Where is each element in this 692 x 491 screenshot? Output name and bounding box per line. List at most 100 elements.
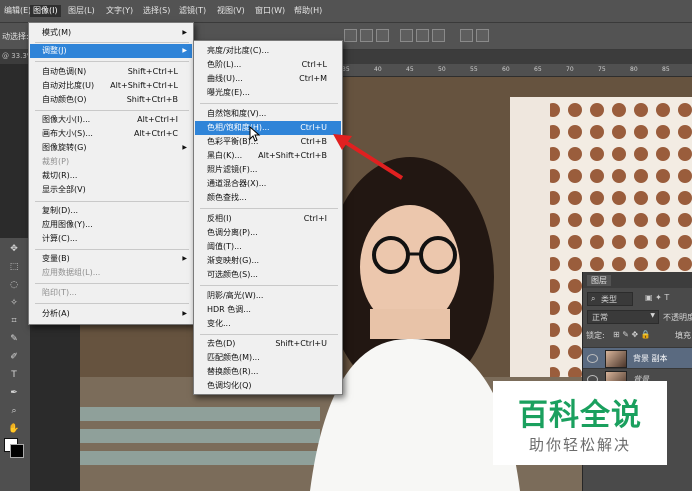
menu-item-brightness-contrast[interactable]: 亮度/对比度(C)... <box>195 44 341 58</box>
menu-item-auto-contrast[interactable]: 自动对比度(U) Alt+Shift+Ctrl+L <box>30 79 192 93</box>
pen-tool-icon[interactable]: ✒ <box>4 386 24 400</box>
menu-item-replace-color[interactable]: 替换颜色(R)... <box>195 365 341 379</box>
menu-view[interactable]: 视图(V) <box>214 5 248 17</box>
watermark-subtitle: 助你轻松解决 <box>528 436 631 454</box>
menu-item-color-lookup[interactable]: 颜色查找... <box>195 191 341 205</box>
ruler-tick: 50 <box>438 66 446 73</box>
menu-item-apply-image[interactable]: 应用图像(Y)... <box>30 218 192 232</box>
blend-mode-select[interactable]: 正常 ▼ <box>587 310 659 324</box>
submenu-arrow-icon: ▶ <box>182 310 187 317</box>
distribute-icon[interactable] <box>476 29 489 42</box>
menu-item-adjust[interactable]: 调整(J) ▶ <box>30 44 192 58</box>
opacity-label: 不透明度 <box>663 313 692 322</box>
eye-icon[interactable] <box>587 354 598 363</box>
ruler-tick: 85 <box>662 66 670 73</box>
distribute-icon[interactable] <box>432 29 445 42</box>
ruler-tick: 45 <box>406 66 414 73</box>
menu-item-vibrance[interactable]: 自然饱和度(V)... <box>195 107 341 121</box>
layers-panel-header: 图层 <box>583 272 692 288</box>
menu-item-hue-saturation[interactable]: 色相/饱和度(H)... Ctrl+U <box>195 121 341 135</box>
menu-item-apply-data-set: 应用数据组(L)... <box>42 268 101 277</box>
ruler-tick: 60 <box>502 66 510 73</box>
menu-item-auto-tone[interactable]: 自动色调(N) Shift+Ctrl+L <box>30 65 192 79</box>
menu-item-duplicate[interactable]: 复制(D)... <box>30 204 192 218</box>
menu-item-desaturate[interactable]: 去色(D) Shift+Ctrl+U <box>195 337 341 351</box>
menu-help[interactable]: 帮助(H) <box>291 5 325 17</box>
menu-item-calculations[interactable]: 计算(C)... <box>30 232 192 246</box>
menu-item-selective-color[interactable]: 可选颜色(S)... <box>195 268 341 282</box>
background-color-swatch[interactable] <box>10 444 24 458</box>
menu-item-invert[interactable]: 反相(I) Ctrl+I <box>195 212 341 226</box>
align-icon[interactable] <box>376 29 389 42</box>
submenu-arrow-icon: ▶ <box>182 29 187 36</box>
watermark: 百科全说 助你轻松解决 <box>493 381 667 465</box>
menu-item-photo-filter[interactable]: 照片滤镜(F)... <box>195 163 341 177</box>
menu-item-variables[interactable]: 变量(B) ▶ <box>30 252 192 266</box>
menu-item-image-rotation[interactable]: 图像旋转(G) ▶ <box>30 141 192 155</box>
menu-item-curves[interactable]: 曲线(U)... Ctrl+M <box>195 72 341 86</box>
ruler-tick: 35 <box>342 66 350 73</box>
menu-item-trap: 陷印(T)... <box>42 288 77 297</box>
image-menu: 模式(M) ▶ 调整(J) ▶ 自动色调(N) Shift+Ctrl+L 自动对比度(… <box>28 22 194 325</box>
menu-item-auto-color[interactable]: 自动颜色(O) Shift+Ctrl+B <box>30 93 192 107</box>
menu-item-equalize[interactable]: 色调均化(Q) <box>195 379 341 393</box>
menu-item-threshold[interactable]: 阈值(T)... <box>195 240 341 254</box>
menu-item-mode[interactable]: 模式(M) ▶ <box>30 26 192 40</box>
menu-item-crop: 裁剪(P) <box>42 157 70 166</box>
menu-image[interactable]: 图像(I) <box>30 5 61 17</box>
layer-filter-select[interactable]: ⌕ 类型 <box>587 292 633 306</box>
lock-options-icon[interactable]: ⊞ ✎ ✥ 🔒 <box>613 330 651 339</box>
distribute-icon[interactable] <box>416 29 429 42</box>
menu-item-gradient-map[interactable]: 渐变映射(G)... <box>195 254 341 268</box>
menu-item-posterize[interactable]: 色调分离(P)... <box>195 226 341 240</box>
menu-item-image-size[interactable]: 图像大小(I)... Alt+Ctrl+I <box>30 113 192 127</box>
menu-item-channel-mixer[interactable]: 通道混合器(X)... <box>195 177 341 191</box>
menu-filter[interactable]: 滤镜(T) <box>176 5 209 17</box>
menu-item-variations[interactable]: 变化... <box>195 317 341 331</box>
move-tool-icon[interactable]: ✥ <box>4 242 24 256</box>
mouse-cursor-icon <box>249 126 261 142</box>
zoom-tool-icon[interactable]: ⌕ <box>4 404 24 418</box>
menu-item-trim[interactable]: 裁切(R)... <box>30 169 192 183</box>
lasso-tool-icon[interactable]: ◌ <box>4 278 24 292</box>
distribute-icon[interactable] <box>460 29 473 42</box>
menu-type[interactable]: 文字(Y) <box>103 5 136 17</box>
menu-item-shadows-highlights[interactable]: 阴影/高光(W)... <box>195 289 341 303</box>
layer-name: 背景 副本 <box>633 354 668 363</box>
lock-label: 锁定: <box>586 331 605 340</box>
crop-tool-icon[interactable]: ⌗ <box>4 314 24 328</box>
type-tool-icon[interactable]: T <box>4 368 24 382</box>
annotation-arrow-icon <box>333 134 404 180</box>
align-icon[interactable] <box>360 29 373 42</box>
filter-type-icon[interactable]: ▣ ✦ T <box>645 293 669 302</box>
layer-thumbnail <box>605 350 627 368</box>
ruler-tick: 40 <box>374 66 382 73</box>
ruler-tick: 75 <box>598 66 606 73</box>
marquee-tool-icon[interactable]: ⬚ <box>4 260 24 274</box>
distribute-icon[interactable] <box>400 29 413 42</box>
layer-row[interactable]: 背景 副本 <box>583 347 692 368</box>
menu-layer[interactable]: 图层(L) <box>65 5 98 17</box>
menu-item-canvas-size[interactable]: 画布大小(S)... Alt+Ctrl+C <box>30 127 192 141</box>
submenu-arrow-icon: ▶ <box>182 144 187 151</box>
menu-item-reveal-all[interactable]: 显示全部(V) <box>30 183 192 197</box>
magic-wand-icon[interactable]: ✧ <box>4 296 24 310</box>
brush-tool-icon[interactable]: ✐ <box>4 350 24 364</box>
menu-item-color-balance[interactable]: 色彩平衡(B)... Ctrl+B <box>195 135 341 149</box>
menu-item-match-color[interactable]: 匹配颜色(M)... <box>195 351 341 365</box>
hand-tool-icon[interactable]: ✋ <box>4 422 24 436</box>
ruler-tick: 65 <box>534 66 542 73</box>
menu-item-levels[interactable]: 色阶(L)... Ctrl+L <box>195 58 341 72</box>
menu-item-exposure[interactable]: 曝光度(E)... <box>195 86 341 100</box>
layers-tab[interactable]: 图层 <box>587 275 611 286</box>
menu-item-analysis[interactable]: 分析(A) ▶ <box>30 307 192 321</box>
ruler-tick: 55 <box>470 66 478 73</box>
align-icon[interactable] <box>344 29 357 42</box>
menu-select[interactable]: 选择(S) <box>140 5 173 17</box>
eyedropper-icon[interactable]: ✎ <box>4 332 24 346</box>
menu-window[interactable]: 窗口(W) <box>252 5 288 17</box>
menu-item-hdr-toning[interactable]: HDR 色调... <box>195 303 341 317</box>
menu-item-black-white[interactable]: 黑白(K)... Alt+Shift+Ctrl+B <box>195 149 341 163</box>
auto-select-label: 动选择: <box>2 32 29 41</box>
submenu-arrow-icon: ▶ <box>182 255 187 262</box>
